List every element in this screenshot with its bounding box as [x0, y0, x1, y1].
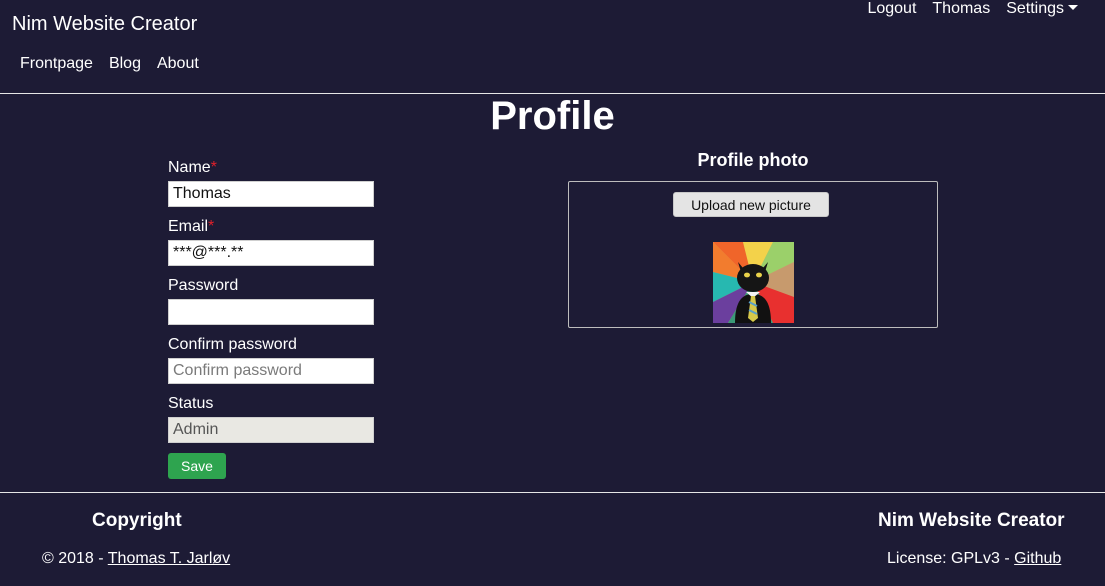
name-label: Name*: [168, 159, 217, 176]
avatar: [713, 242, 794, 323]
nav-blog[interactable]: Blog: [109, 55, 141, 73]
nav-frontpage[interactable]: Frontpage: [20, 55, 93, 73]
email-label: Email*: [168, 218, 215, 235]
email-field[interactable]: [168, 240, 374, 266]
footer-copyright-text: © 2018 - Thomas T. Jarløv: [42, 550, 231, 567]
required-mark: *: [210, 159, 217, 176]
main-nav: Frontpage Blog About: [20, 55, 215, 73]
name-field[interactable]: [168, 181, 374, 207]
save-button[interactable]: Save: [168, 453, 226, 479]
required-mark: *: [208, 218, 215, 235]
site-brand[interactable]: Nim Website Creator: [12, 13, 197, 36]
password-field[interactable]: [168, 299, 374, 325]
profile-photo-title: Profile photo: [697, 150, 809, 170]
upload-picture-button[interactable]: Upload new picture: [673, 192, 829, 217]
footer-license-text: License: GPLv3 - Github: [887, 550, 1062, 567]
settings-dropdown[interactable]: Settings: [1006, 0, 1078, 18]
profile-photo-panel: Upload new picture: [568, 181, 938, 328]
status-field: [168, 417, 374, 443]
settings-label: Settings: [1006, 0, 1064, 17]
nav-about[interactable]: About: [157, 55, 199, 73]
profile-form: Name* Email* Password Confirm password S…: [168, 158, 374, 479]
user-menu: Logout Thomas Settings: [851, 0, 1078, 18]
username-link[interactable]: Thomas: [932, 0, 990, 18]
footer-divider: [0, 492, 1105, 493]
password-label: Password: [168, 277, 239, 294]
caret-down-icon: [1068, 5, 1078, 10]
footer-copyright-title: Copyright: [92, 510, 182, 531]
status-label: Status: [168, 395, 214, 412]
footer-site-title: Nim Website Creator: [878, 510, 1065, 531]
confirm-password-label: Confirm password: [168, 336, 297, 353]
confirm-password-field[interactable]: [168, 358, 374, 384]
github-link[interactable]: Github: [1014, 550, 1061, 567]
logout-link[interactable]: Logout: [867, 0, 916, 18]
page-title: Profile: [490, 94, 615, 138]
author-link[interactable]: Thomas T. Jarløv: [108, 550, 230, 567]
